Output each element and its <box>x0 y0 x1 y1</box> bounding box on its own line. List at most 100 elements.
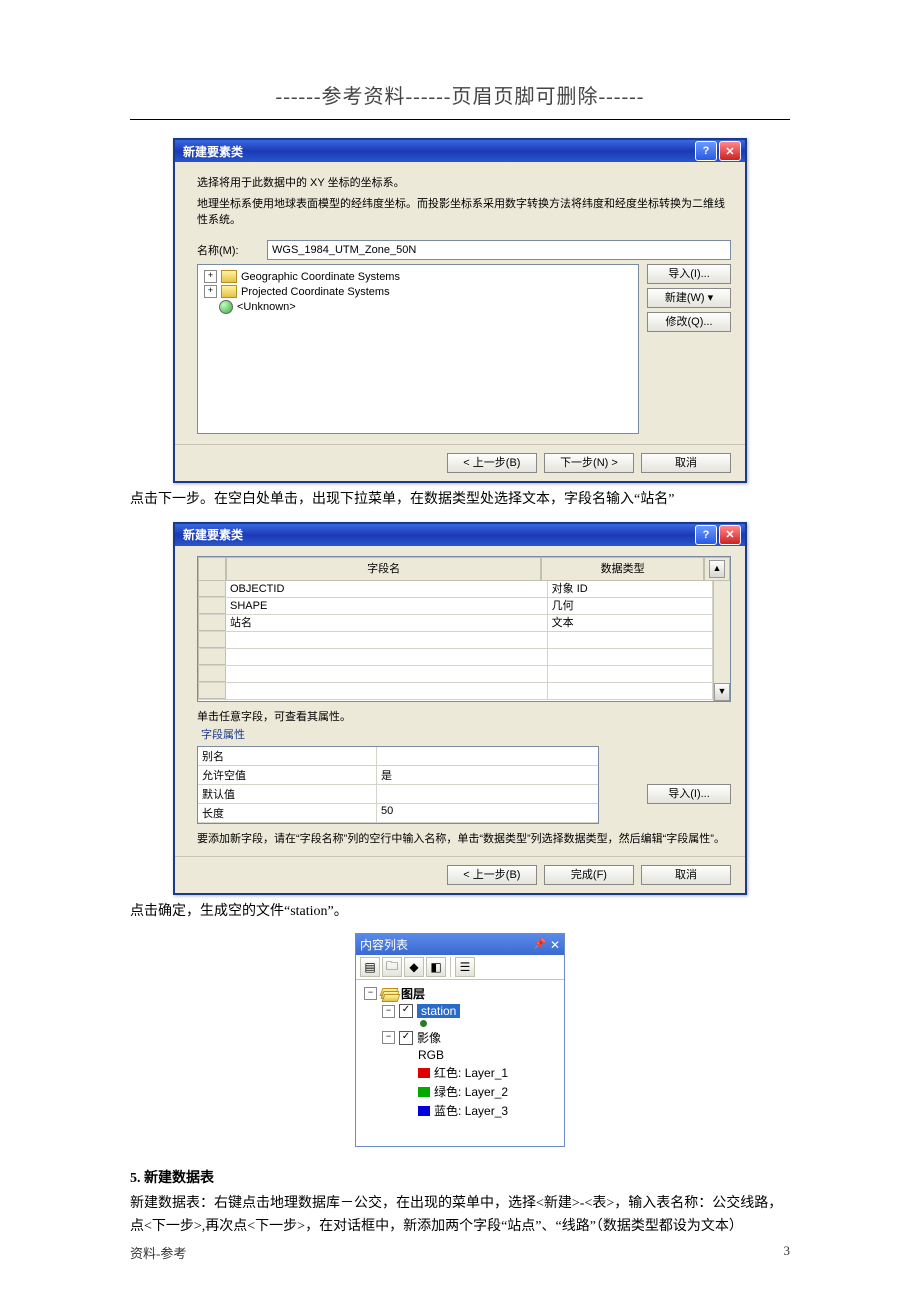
page-header: ------参考资料------页眉页脚可删除------ <box>130 80 790 109</box>
list-by-visibility-icon[interactable]: ◆ <box>404 957 424 977</box>
toc-panel: 内容列表 📌 ✕ ▤ 🗀 ◆ ◧ ☰ − 图层 − ✓ station <box>355 933 565 1147</box>
folder-icon <box>221 285 237 298</box>
section5-body: 新建数据表：右键点击地理数据库－公交，在出现的菜单中，选择<新建>-<表>，输入… <box>130 1193 790 1238</box>
tree-item-projected[interactable]: + Projected Coordinate Systems <box>204 284 632 299</box>
layers-label: 图层 <box>401 985 425 1002</box>
dialog2-titlebar[interactable]: 新建要素类 ? ✕ <box>175 524 745 546</box>
help-button[interactable]: ? <box>695 141 717 161</box>
prop-length-value[interactable]: 50 <box>377 804 598 822</box>
field-props-group: 字段属性 <box>201 726 731 742</box>
pin-icon[interactable]: 📌 <box>533 939 545 950</box>
paragraph-2: 点击确定，生成空的文件“station”。 <box>130 901 790 923</box>
cancel-button[interactable]: 取消 <box>641 865 731 885</box>
globe-icon <box>219 300 233 314</box>
prop-default-value[interactable] <box>377 785 598 803</box>
name-label: 名称(M): <box>197 242 267 258</box>
folder-icon <box>221 270 237 283</box>
next-button[interactable]: 下一步(N) > <box>544 453 634 473</box>
layer-name: 影像 <box>417 1029 441 1046</box>
add-field-hint: 要添加新字段，请在“字段名称”列的空行中输入名称，单击“数据类型”列选择数据类型… <box>197 832 731 846</box>
dialog1-titlebar[interactable]: 新建要素类 ? ✕ <box>175 140 745 162</box>
paragraph-1: 点击下一步。在空白处单击，出现下拉菜单，在数据类型处选择文本，字段名输入“站名” <box>130 489 790 511</box>
prev-button[interactable]: < 上一步(B) <box>447 865 537 885</box>
dialog1-title: 新建要素类 <box>183 143 243 160</box>
col-field-name: 字段名 <box>226 557 541 581</box>
help-button[interactable]: ? <box>695 525 717 545</box>
finish-button[interactable]: 完成(F) <box>544 865 634 885</box>
checkbox-icon[interactable]: ✓ <box>399 1004 413 1018</box>
dialog1-desc1: 选择将用于此数据中的 XY 坐标的坐标系。 <box>197 176 731 191</box>
dialog2-title: 新建要素类 <box>183 526 243 543</box>
tree-item-unknown[interactable]: <Unknown> <box>204 299 632 315</box>
collapse-icon[interactable]: − <box>364 987 377 1000</box>
collapse-icon[interactable]: − <box>382 1005 395 1018</box>
layer-image[interactable]: − ✓ 影像 <box>364 1028 556 1047</box>
scroll-down-icon[interactable]: ▼ <box>714 683 730 701</box>
list-by-drawing-icon[interactable]: ▤ <box>360 957 380 977</box>
modify-button[interactable]: 修改(Q)... <box>647 312 731 332</box>
close-button[interactable]: ✕ <box>719 141 741 161</box>
table-row[interactable] <box>198 632 713 649</box>
name-input[interactable] <box>267 240 731 260</box>
blue-swatch-icon <box>418 1106 430 1116</box>
band-red[interactable]: 红色: Layer_1 <box>364 1063 556 1082</box>
list-by-source-icon[interactable]: 🗀 <box>382 957 402 977</box>
dialog1-desc2: 地理坐标系使用地球表面模型的经纬度坐标。而投影坐标系采用数字转换方法将纬度和经度… <box>197 197 731 228</box>
band-green[interactable]: 绿色: Layer_2 <box>364 1082 556 1101</box>
footer-left: 资料-参考 <box>130 1243 186 1262</box>
col-data-type: 数据类型 <box>541 557 704 581</box>
layer-station[interactable]: − ✓ station <box>364 1003 556 1019</box>
green-swatch-icon <box>418 1087 430 1097</box>
band-blue[interactable]: 蓝色: Layer_3 <box>364 1101 556 1120</box>
checkbox-icon[interactable]: ✓ <box>399 1031 413 1045</box>
tree-label: Geographic Coordinate Systems <box>241 271 400 283</box>
section5-heading: 5. 新建数据表 <box>130 1167 790 1187</box>
tree-label: <Unknown> <box>237 301 296 313</box>
field-properties[interactable]: 别名 允许空值是 默认值 长度50 <box>197 746 599 824</box>
header-rule <box>130 119 790 120</box>
prop-null-value[interactable]: 是 <box>377 766 598 784</box>
fields-grid[interactable]: 字段名 数据类型 ▲ OBJECTID对象 ID SHAPE几何 站名文本 ▼ <box>197 556 731 702</box>
tree-label: Projected Coordinate Systems <box>241 286 390 298</box>
expand-icon[interactable]: + <box>204 285 217 298</box>
page-number: 3 <box>784 1243 791 1262</box>
prop-default-label: 默认值 <box>198 785 377 803</box>
red-swatch-icon <box>418 1068 430 1078</box>
table-row[interactable] <box>198 683 713 700</box>
toc-title-text: 内容列表 <box>360 936 408 953</box>
table-row[interactable]: SHAPE几何 <box>198 598 713 615</box>
rgb-label: RGB <box>364 1047 556 1063</box>
coordinate-tree[interactable]: + Geographic Coordinate Systems + Projec… <box>197 264 639 434</box>
prev-button[interactable]: < 上一步(B) <box>447 453 537 473</box>
station-symbol[interactable] <box>364 1019 556 1028</box>
list-by-selection-icon[interactable]: ◧ <box>426 957 446 977</box>
toc-toolbar: ▤ 🗀 ◆ ◧ ☰ <box>356 955 564 980</box>
prop-alias-label: 别名 <box>198 747 377 765</box>
table-row[interactable] <box>198 666 713 683</box>
dialog-fields: 新建要素类 ? ✕ 字段名 数据类型 ▲ OBJECTID对象 ID SHAPE… <box>173 522 747 895</box>
grid-hint: 单击任意字段，可查看其属性。 <box>197 708 731 724</box>
table-row[interactable] <box>198 649 713 666</box>
table-row[interactable]: 站名文本 <box>198 615 713 632</box>
import-fields-button[interactable]: 导入(I)... <box>647 784 731 804</box>
layers-root[interactable]: − 图层 <box>364 984 556 1003</box>
cancel-button[interactable]: 取消 <box>641 453 731 473</box>
layers-icon <box>381 988 397 1000</box>
tree-item-geographic[interactable]: + Geographic Coordinate Systems <box>204 269 632 284</box>
close-button[interactable]: ✕ <box>719 525 741 545</box>
toc-title[interactable]: 内容列表 📌 ✕ <box>356 934 564 955</box>
scroll-up-icon[interactable]: ▲ <box>709 560 725 578</box>
prop-null-label: 允许空值 <box>198 766 377 784</box>
collapse-icon[interactable]: − <box>382 1031 395 1044</box>
options-icon[interactable]: ☰ <box>455 957 475 977</box>
layer-name: station <box>417 1004 460 1018</box>
import-button[interactable]: 导入(I)... <box>647 264 731 284</box>
table-row[interactable]: OBJECTID对象 ID <box>198 581 713 598</box>
expand-icon[interactable]: + <box>204 270 217 283</box>
prop-length-label: 长度 <box>198 804 377 822</box>
row-header <box>198 557 226 581</box>
new-button[interactable]: 新建(W) ▾ <box>647 288 731 308</box>
prop-alias-value[interactable] <box>377 747 598 765</box>
point-symbol-icon <box>420 1020 427 1027</box>
close-icon[interactable]: ✕ <box>550 938 560 952</box>
